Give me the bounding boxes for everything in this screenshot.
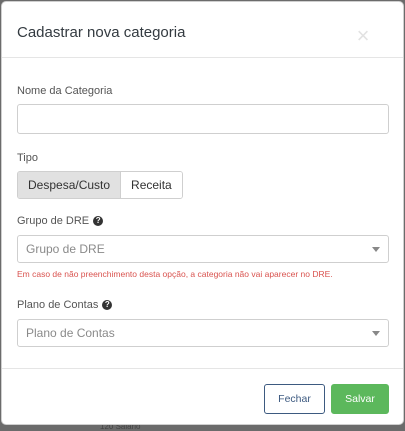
help-icon[interactable]: ? bbox=[93, 216, 104, 226]
category-name-input[interactable] bbox=[17, 104, 389, 134]
modal-header: Cadastrar nova categoria × bbox=[2, 2, 403, 58]
chevron-down-icon bbox=[372, 246, 380, 252]
type-toggle: Despesa/Custo Receita bbox=[17, 171, 183, 199]
dre-group-label: Grupo de DRE ? bbox=[17, 215, 104, 227]
help-icon[interactable]: ? bbox=[102, 300, 113, 310]
chart-of-accounts-label: Plano de Contas ? bbox=[17, 299, 113, 311]
modal-title: Cadastrar nova categoria bbox=[17, 24, 186, 41]
type-option-revenue[interactable]: Receita bbox=[121, 172, 182, 198]
category-name-label: Nome da Categoria bbox=[17, 85, 113, 97]
dre-group-placeholder: Grupo de DRE bbox=[26, 242, 105, 256]
dre-group-select[interactable]: Grupo de DRE bbox=[17, 235, 389, 263]
chart-of-accounts-select[interactable]: Plano de Contas bbox=[17, 319, 389, 347]
dre-warning-text: Em caso de não preenchimento desta opção… bbox=[17, 269, 333, 279]
type-label: Tipo bbox=[17, 152, 38, 164]
chart-of-accounts-placeholder: Plano de Contas bbox=[26, 326, 115, 340]
type-option-expense[interactable]: Despesa/Custo bbox=[18, 172, 122, 198]
close-button[interactable]: Fechar bbox=[264, 384, 325, 414]
modal-body: Nome da Categoria Tipo Despesa/Custo Rec… bbox=[2, 58, 403, 369]
save-button[interactable]: Salvar bbox=[331, 384, 389, 414]
chevron-down-icon bbox=[372, 330, 380, 336]
new-category-modal: Cadastrar nova categoria × Nome da Categ… bbox=[1, 1, 404, 425]
close-icon[interactable]: × bbox=[353, 25, 373, 47]
